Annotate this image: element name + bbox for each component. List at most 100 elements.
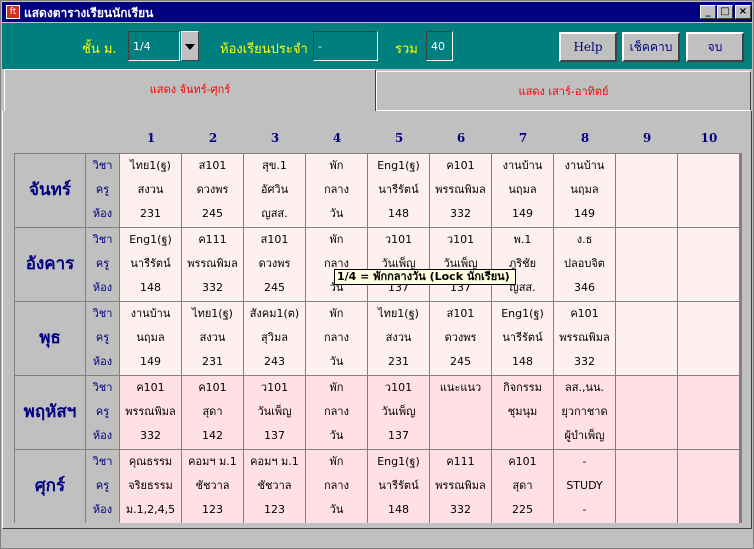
cell-teacher: กลาง: [324, 405, 349, 418]
schedule-cell[interactable]: พัก กลาง วัน: [306, 228, 367, 301]
column-number: 8: [580, 131, 590, 145]
schedule-cell[interactable]: ไทย1(ฐ) สงวน 231: [368, 302, 429, 375]
chevron-down-icon: [185, 44, 195, 50]
row-labels: วิชา ครู ห้อง: [86, 450, 119, 523]
cell-subject: ค101: [570, 307, 599, 320]
schedule-cell[interactable]: [678, 154, 739, 227]
schedule-cell[interactable]: Eng1(ฐ) นารีรัตน์ 148: [368, 154, 429, 227]
schedule-cell[interactable]: คอมฯ ม.1 ชัชวาล 123: [244, 450, 305, 523]
schedule-cell[interactable]: พัก กลาง วัน: [306, 376, 367, 449]
schedule-cell[interactable]: [616, 154, 677, 227]
check-period-button[interactable]: เช็คคาบ: [622, 32, 680, 62]
schedule-cell[interactable]: ลส.,นน. ยุวกาชาด ผู้บำเพ็ญ: [554, 376, 615, 449]
tab-mon-fri[interactable]: แสดง จันทร์-ศุกร์: [4, 69, 376, 111]
schedule-cell[interactable]: ค101 พรรณพิมล 332: [554, 302, 615, 375]
cell-teacher: กลาง: [324, 183, 349, 196]
schedule-cell[interactable]: ค111 พรรณพิมล 332: [182, 228, 243, 301]
cell-room: 149: [574, 207, 595, 220]
schedule-cell[interactable]: คุณธรรม จริยธรรม ม.1,2,4,5: [120, 450, 181, 523]
schedule-cell[interactable]: [616, 302, 677, 375]
schedule-cell[interactable]: พัก กลาง วัน: [306, 450, 367, 523]
grade-select[interactable]: 1/4: [128, 31, 180, 61]
cell-room: [678, 202, 739, 226]
cell-subject: ว101: [446, 233, 475, 246]
grade-dropdown-button[interactable]: [181, 31, 199, 61]
total-field: 40: [426, 31, 453, 61]
schedule-cell[interactable]: ส101 ดวงพร 245: [244, 228, 305, 301]
schedule-cell[interactable]: ค111 พรรณพิมล 332: [430, 450, 491, 523]
schedule-cell[interactable]: ว101 วันเพ็ญ 137: [368, 228, 429, 301]
schedule-cell[interactable]: ส101 ดวงพร 245: [182, 154, 243, 227]
schedule-cell[interactable]: กิจกรรม ชุมนุม: [492, 376, 553, 449]
cell-room: [678, 498, 739, 522]
cell-teacher: วันเพ็ญ: [381, 405, 416, 418]
schedule-cell[interactable]: แนะแนว: [430, 376, 491, 449]
cell-room: ญสส.: [261, 207, 288, 220]
schedule-cell[interactable]: สังคม1(ต) สุวิมล 243: [244, 302, 305, 375]
minimize-button[interactable]: _: [700, 5, 716, 19]
maximize-button[interactable]: □: [717, 5, 733, 19]
cell-teacher: [616, 178, 677, 202]
cell-room: 231: [140, 207, 161, 220]
close-button[interactable]: ×: [735, 5, 751, 19]
cell-teacher: [616, 400, 677, 424]
cell-room: 245: [450, 355, 471, 368]
schedule-cell[interactable]: ไทย1(ฐ) สงวน 231: [120, 154, 181, 227]
schedule-cell[interactable]: [678, 228, 739, 301]
cell-subject: ค101: [446, 159, 475, 172]
schedule-cell[interactable]: ง.ธ ปลอบจิต 346: [554, 228, 615, 301]
room-field[interactable]: -: [313, 31, 378, 61]
cell-subject: ค101: [508, 455, 537, 468]
cell-teacher: STUDY: [566, 479, 603, 492]
cell-teacher: พรรณพิมล: [187, 257, 238, 270]
column-number: 9: [642, 131, 652, 145]
schedule-cell[interactable]: ว101 วันเพ็ญ 137: [368, 376, 429, 449]
schedule-cell[interactable]: ค101 สุดา 225: [492, 450, 553, 523]
schedule-cell[interactable]: Eng1(ฐ) นารีรัตน์ 148: [368, 450, 429, 523]
schedule-cell[interactable]: พัก กลาง วัน: [306, 154, 367, 227]
schedule-cell[interactable]: [616, 450, 677, 523]
main-window: ft แสดงตารางเรียนนักเรียน _ □ × ชั้น ม. …: [0, 0, 754, 549]
exit-button[interactable]: จบ: [686, 32, 744, 62]
cell-room: 231: [202, 355, 223, 368]
row-labels: วิชา ครู ห้อง: [86, 302, 119, 375]
help-button[interactable]: Help: [559, 32, 617, 62]
cell-teacher: สุดา: [512, 479, 533, 492]
cell-room: [678, 276, 739, 300]
schedule-cell[interactable]: พ.1 ภูริชัย ญสส.: [492, 228, 553, 301]
cell-teacher: [616, 252, 677, 276]
cell-subject: [616, 376, 677, 400]
schedule-cell[interactable]: งานบ้าน นฤมล 149: [492, 154, 553, 227]
schedule-cell[interactable]: Eng1(ฐ) นารีรัตน์ 148: [492, 302, 553, 375]
schedule-cell[interactable]: ไทย1(ฐ) สงวน 231: [182, 302, 243, 375]
schedule-cell[interactable]: สุข.1 อัศวิน ญสส.: [244, 154, 305, 227]
schedule-cell[interactable]: [678, 302, 739, 375]
schedule-cell[interactable]: [616, 228, 677, 301]
cell-room: 245: [264, 281, 285, 294]
schedule-cell[interactable]: ส101 ดวงพร 245: [430, 302, 491, 375]
schedule-cell[interactable]: พัก กลาง วัน: [306, 302, 367, 375]
schedule-cell[interactable]: - STUDY -: [554, 450, 615, 523]
schedule-cell[interactable]: ว101 วันเพ็ญ 137: [244, 376, 305, 449]
schedule-cell[interactable]: งานบ้าน นฤมล 149: [120, 302, 181, 375]
schedule-cell[interactable]: ค101 พรรณพิมล 332: [430, 154, 491, 227]
cell-room: 332: [574, 355, 595, 368]
schedule-cell[interactable]: [616, 376, 677, 449]
cell-teacher: จริยธรรม: [128, 479, 173, 492]
cell-teacher: [678, 400, 739, 424]
cell-subject: [678, 154, 739, 178]
schedule-cell[interactable]: Eng1(ฐ) นารีรัตน์ 148: [120, 228, 181, 301]
day-label: พฤหัสฯ: [15, 376, 85, 449]
schedule-cell[interactable]: ว101 วันเพ็ญ 137: [430, 228, 491, 301]
cell-room: 231: [388, 355, 409, 368]
cell-room: ผู้บำเพ็ญ: [564, 429, 605, 442]
schedule-cell[interactable]: ค101 สุดา 142: [182, 376, 243, 449]
schedule-cell[interactable]: งานบ้าน นฤมล 149: [554, 154, 615, 227]
tab-sat-sun[interactable]: แสดง เสาร์-อาทิตย์: [376, 71, 751, 111]
schedule-cell[interactable]: [678, 376, 739, 449]
schedule-cell[interactable]: [678, 450, 739, 523]
cell-teacher: ชัชวาล: [195, 479, 230, 492]
schedule-cell[interactable]: คอมฯ ม.1 ชัชวาล 123: [182, 450, 243, 523]
cell-teacher: ชัชวาล: [257, 479, 292, 492]
schedule-cell[interactable]: ค101 พรรณพิมล 332: [120, 376, 181, 449]
